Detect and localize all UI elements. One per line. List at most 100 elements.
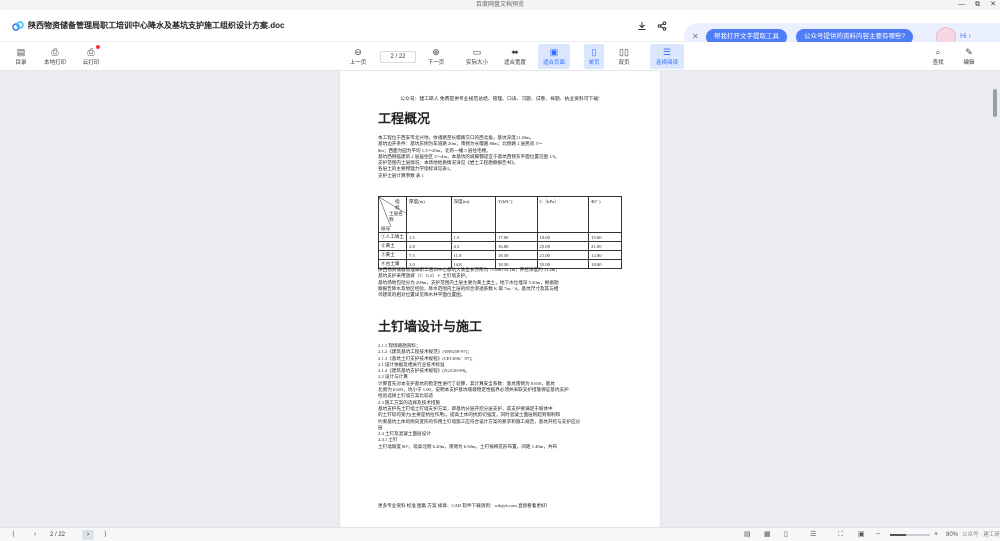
- single-page-icon: ▯: [591, 47, 597, 57]
- after-table-paragraphs: 陕西物资储备管理局职工培训中心基坑大致呈长方形为 71.6m×33.1m，开挖深…: [378, 267, 622, 298]
- table-header-cell: C（kPa）: [536, 196, 590, 233]
- cloud-print-button[interactable]: ⎙ 云打印: [78, 44, 104, 69]
- find-button[interactable]: ⌕ 查找: [928, 44, 948, 69]
- search-icon: ⌕: [935, 47, 941, 57]
- double-page-label: 双页: [618, 60, 630, 66]
- table-row: ②黄土 2.8 4.3 16.80 25.00 21.00: [378, 241, 622, 251]
- cloud-print-label: 云打印: [82, 60, 100, 66]
- prev-page-small-button[interactable]: ‹: [34, 528, 36, 541]
- actual-size-button[interactable]: ▭ 实际大小: [462, 44, 492, 69]
- local-print-button[interactable]: ⎙ 本地打印: [40, 44, 70, 69]
- zoom-out-icon[interactable]: −: [876, 528, 880, 541]
- table-cell: 18.50: [495, 250, 538, 260]
- table-cell: 15.00: [588, 232, 622, 242]
- section2-paragraphs: 2.1.1 现场踏勘资料； 2.1.2《建筑基坑工程技术规范》(YB9258-9…: [378, 343, 622, 450]
- table-header-row: 指标 土层名称 层号 厚度(m) 深度(m) Y(kN/ ) C（kPa） Φ(…: [378, 196, 622, 233]
- edit-button[interactable]: ✎ 编辑: [958, 44, 980, 69]
- document-viewport[interactable]: 公众号：建工研人 免费提供专业规范总结、管理、口诀、习题、试卷、样题、执业资料可…: [0, 71, 1000, 527]
- table-cell: 2.8: [406, 241, 452, 251]
- catalog-icon: ▤: [16, 47, 26, 57]
- single-page-button[interactable]: ▯ 单页: [584, 44, 604, 69]
- table-row: ①人工填土 1.5 1.5 17.00 10.00 15.00: [378, 232, 622, 242]
- baidu-netdisk-logo-icon: [12, 21, 24, 31]
- download-icon[interactable]: [636, 20, 648, 32]
- single-page-label: 单页: [588, 60, 600, 66]
- fit-page-label: 适合页面: [542, 60, 565, 66]
- watermark-text: 公众号 · 建工研人: [962, 532, 1000, 538]
- table-cell: 12.00: [588, 250, 622, 260]
- page-header-note: 公众号：建工研人 免费提供专业规范总结、管理、口诀、习题、试卷、样题、执业资料可…: [400, 97, 600, 102]
- window-title-bar: 百度网盘文档预览 — ⧉ ✕: [0, 0, 1000, 10]
- prev-page-label: 上一页: [349, 60, 367, 66]
- paragraph: 土钉墙坡度 80°，墙高北侧 6.20m，南侧为 6.50m，土钉按梅花形布置，…: [378, 443, 558, 449]
- table-cell: 7.5: [406, 250, 452, 260]
- fit-width-icon: ⬌: [511, 47, 519, 57]
- actual-size-icon: ▭: [472, 47, 482, 57]
- vertical-scrollbar[interactable]: [993, 89, 997, 117]
- double-page-button[interactable]: ▯▯ 双页: [614, 44, 634, 69]
- view-mode-icon[interactable]: ▤: [744, 528, 751, 541]
- page-footer-note: 更多专业资料 标准 图集 方案 规章、CAD 软件下载请到：wdsjyb.com…: [378, 503, 551, 508]
- table-cell: 1.5: [450, 232, 497, 242]
- header-layer-label: 层号: [381, 226, 391, 231]
- status-page-indicator[interactable]: 2 / 22: [50, 531, 65, 539]
- window-title: 百度网盘文档预览: [475, 2, 524, 8]
- zoom-level[interactable]: 80%: [946, 528, 958, 541]
- single-view-icon[interactable]: ▯: [784, 528, 788, 541]
- restore-button[interactable]: ⧉: [975, 0, 980, 10]
- arrow-right-circle-icon: ⊕: [432, 47, 440, 57]
- continuous-reading-button[interactable]: ☰ 连续阅读: [650, 44, 684, 69]
- last-page-button[interactable]: ⟩: [104, 528, 107, 541]
- table-cell: 17.00: [495, 232, 538, 242]
- catalog-button[interactable]: ▤ 目录: [10, 44, 32, 69]
- zoom-in-icon[interactable]: +: [934, 528, 938, 541]
- table-cell: 11.8: [450, 250, 497, 260]
- minimize-button[interactable]: —: [958, 0, 965, 10]
- table-cell: 21.00: [588, 241, 622, 251]
- notification-dot: [96, 45, 100, 49]
- zoom-slider[interactable]: [890, 534, 930, 536]
- table-cell: 10.00: [536, 232, 590, 242]
- share-icon[interactable]: [656, 20, 668, 32]
- table-cell: 21.00: [536, 250, 590, 260]
- catalog-label: 目录: [15, 60, 27, 66]
- next-page-small-button[interactable]: ›: [82, 530, 94, 540]
- table-cell: 25.00: [536, 241, 590, 251]
- soil-parameter-table: 指标 土层名称 层号 厚度(m) 深度(m) Y(kN/ ) C（kPa） Φ(…: [378, 196, 622, 269]
- edit-label: 编辑: [963, 60, 975, 66]
- viewer-toolbar: ▤ 目录 ⎙ 本地打印 ⎙ 云打印 ⊖ 上一页 2 / 22 ⊕ 下一页 ▭ 实…: [0, 42, 1000, 71]
- window-controls: — ⧉ ✕: [958, 0, 996, 10]
- zoom-slider-fill: [890, 534, 906, 536]
- header-diag-top-label: 指标: [395, 199, 400, 210]
- section1-paragraphs: 本工程位于西安市北兴地，依诸路至长缨路交口的西北角，基坑深度11.20m。 基坑…: [378, 135, 622, 179]
- status-bar: ⟨ ‹ 2 / 22 › ⟩ ▤ ▦ ▯ ☰ ⛶ ▣ − + 80% 公众号 ·…: [0, 527, 1000, 541]
- local-print-label: 本地打印: [43, 60, 66, 66]
- page-number-input[interactable]: 2 / 22: [380, 51, 416, 63]
- double-page-icon: ▯▯: [619, 47, 629, 57]
- next-page-button[interactable]: ⊕ 下一页: [424, 44, 448, 69]
- table-header-cell: Φ(° ): [588, 196, 622, 233]
- pencil-icon: ✎: [965, 47, 973, 57]
- table-header-cell: 厚度(m): [406, 196, 452, 233]
- document-title: 陕西物资储备管理局职工培训中心降水及基坑支护施工组织设计方案.doc: [28, 21, 285, 30]
- cloud-printer-icon: ⎙: [87, 47, 95, 57]
- fit-page-small-icon[interactable]: ▣: [858, 528, 865, 541]
- table-cell: ①人工填土: [378, 232, 407, 242]
- fit-width-button[interactable]: ⬌ 适合宽度: [500, 44, 530, 69]
- continuous-view-icon[interactable]: ☰: [810, 528, 816, 541]
- first-page-button[interactable]: ⟨: [12, 528, 15, 541]
- paragraph: 支护土层计算参数 表 1: [378, 172, 424, 178]
- printer-icon: ⎙: [51, 47, 59, 57]
- section-title-soil-nail-wall: 土钉墙设计与施工: [378, 319, 483, 334]
- table-cell: 4.3: [450, 241, 497, 251]
- find-label: 查找: [932, 60, 944, 66]
- fit-screen-icon[interactable]: ⛶: [838, 528, 843, 541]
- table-cell: 1.5: [406, 232, 452, 242]
- continuous-reading-icon: ☰: [662, 47, 672, 57]
- close-window-button[interactable]: ✕: [990, 0, 996, 10]
- grid-view-icon[interactable]: ▦: [764, 528, 771, 541]
- table-header-cell-diagonal: 指标 土层名称 层号: [378, 196, 407, 233]
- fit-width-label: 适合宽度: [503, 60, 526, 66]
- fit-page-button[interactable]: ▣ 适合页面: [538, 44, 570, 69]
- prev-page-button[interactable]: ⊖ 上一页: [346, 44, 370, 69]
